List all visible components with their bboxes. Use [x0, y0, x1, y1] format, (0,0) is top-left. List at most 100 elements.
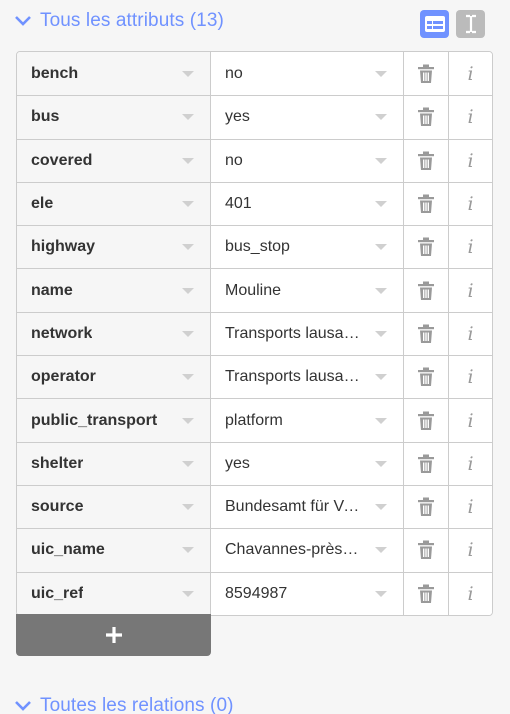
delete-tag-button[interactable]: [404, 96, 449, 139]
trash-icon: [417, 107, 435, 127]
tag-value-field[interactable]: no: [211, 52, 404, 96]
combobox-caret-icon[interactable]: [182, 330, 194, 337]
info-icon: i: [467, 452, 474, 475]
add-tag-button[interactable]: [16, 614, 211, 656]
tag-row: operator Transports lausan… i: [17, 355, 492, 399]
combobox-caret-icon[interactable]: [182, 460, 194, 467]
tag-info-button[interactable]: i: [449, 442, 492, 485]
tag-key-text: source: [31, 498, 84, 516]
combobox-caret-icon[interactable]: [375, 374, 387, 381]
trash-icon: [417, 324, 435, 344]
combobox-caret-icon[interactable]: [375, 201, 387, 208]
delete-tag-button[interactable]: [404, 139, 449, 182]
tag-value-field[interactable]: yes: [211, 96, 404, 139]
tag-key-field[interactable]: uic_name: [17, 529, 211, 572]
delete-tag-button[interactable]: [404, 442, 449, 485]
combobox-caret-icon[interactable]: [375, 244, 387, 251]
combobox-caret-icon[interactable]: [182, 70, 194, 77]
tag-value-field[interactable]: platform: [211, 399, 404, 442]
delete-tag-button[interactable]: [404, 572, 449, 615]
delete-tag-button[interactable]: [404, 312, 449, 356]
delete-tag-button[interactable]: [404, 356, 449, 399]
tag-key-text: name: [31, 281, 73, 299]
relations-section-toggle[interactable]: Toutes les relations (0): [14, 691, 234, 714]
tag-key-text: uic_ref: [31, 584, 84, 602]
combobox-caret-icon[interactable]: [182, 244, 194, 251]
tag-value-text: bus_stop: [225, 238, 290, 256]
delete-tag-button[interactable]: [404, 52, 449, 96]
tag-key-field[interactable]: bus: [17, 96, 211, 139]
delete-tag-button[interactable]: [404, 269, 449, 312]
chevron-down-icon: [15, 701, 31, 711]
tag-key-field[interactable]: name: [17, 269, 211, 312]
combobox-caret-icon[interactable]: [182, 287, 194, 294]
tag-key-field[interactable]: public_transport: [17, 399, 211, 442]
tag-value-field[interactable]: Mouline: [211, 269, 404, 312]
combobox-caret-icon[interactable]: [375, 330, 387, 337]
combobox-caret-icon[interactable]: [375, 70, 387, 77]
tag-value-field[interactable]: yes: [211, 442, 404, 485]
tag-key-field[interactable]: covered: [17, 139, 211, 182]
tag-value-field[interactable]: Transports lausan…: [211, 312, 404, 356]
tag-row: shelter yes i: [17, 441, 492, 485]
tag-key-field[interactable]: source: [17, 485, 211, 529]
combobox-caret-icon[interactable]: [375, 114, 387, 121]
delete-tag-button[interactable]: [404, 529, 449, 572]
tag-key-text: network: [31, 324, 93, 342]
tag-key-field[interactable]: bench: [17, 52, 211, 96]
tag-info-button[interactable]: i: [449, 96, 492, 139]
combobox-caret-icon[interactable]: [182, 157, 194, 164]
tag-info-button[interactable]: i: [449, 356, 492, 399]
combobox-caret-icon[interactable]: [182, 417, 194, 424]
combobox-caret-icon[interactable]: [182, 374, 194, 381]
tag-key-field[interactable]: highway: [17, 226, 211, 269]
delete-tag-button[interactable]: [404, 182, 449, 226]
tag-key-field[interactable]: operator: [17, 356, 211, 399]
tag-key-field[interactable]: network: [17, 312, 211, 356]
delete-tag-button[interactable]: [404, 485, 449, 529]
tag-key-field[interactable]: ele: [17, 182, 211, 226]
tag-info-button[interactable]: i: [449, 572, 492, 615]
tag-value-field[interactable]: Chavannes-près-R…: [211, 529, 404, 572]
tag-info-button[interactable]: i: [449, 485, 492, 529]
tag-info-button[interactable]: i: [449, 529, 492, 572]
tag-value-field[interactable]: Transports lausan…: [211, 356, 404, 399]
delete-tag-button[interactable]: [404, 399, 449, 442]
tag-key-field[interactable]: uic_ref: [17, 572, 211, 615]
tag-info-button[interactable]: i: [449, 269, 492, 312]
combobox-caret-icon[interactable]: [375, 547, 387, 554]
combobox-caret-icon[interactable]: [182, 114, 194, 121]
list-view-button[interactable]: [420, 10, 449, 38]
tag-key-text: uic_name: [31, 541, 105, 559]
tag-info-button[interactable]: i: [449, 52, 492, 96]
tag-value-field[interactable]: bus_stop: [211, 226, 404, 269]
info-icon: i: [467, 366, 474, 389]
trash-icon: [417, 281, 435, 301]
combobox-caret-icon[interactable]: [182, 201, 194, 208]
combobox-caret-icon[interactable]: [182, 590, 194, 597]
tag-info-button[interactable]: i: [449, 182, 492, 226]
combobox-caret-icon[interactable]: [375, 460, 387, 467]
text-view-button[interactable]: [456, 10, 485, 38]
tag-info-button[interactable]: i: [449, 226, 492, 269]
tag-value-field[interactable]: 8594987: [211, 572, 404, 615]
tag-value-field[interactable]: no: [211, 139, 404, 182]
info-icon: i: [467, 62, 474, 85]
combobox-caret-icon[interactable]: [375, 417, 387, 424]
tag-info-button[interactable]: i: [449, 312, 492, 356]
combobox-caret-icon[interactable]: [375, 504, 387, 511]
combobox-caret-icon[interactable]: [375, 157, 387, 164]
combobox-caret-icon[interactable]: [182, 547, 194, 554]
combobox-caret-icon[interactable]: [375, 590, 387, 597]
attributes-section-toggle[interactable]: Tous les attributs (13): [14, 6, 224, 36]
tag-info-button[interactable]: i: [449, 399, 492, 442]
combobox-caret-icon[interactable]: [375, 287, 387, 294]
tag-info-button[interactable]: i: [449, 139, 492, 182]
tag-table: bench no i bus yes i covered no i ele 401 i highway b…: [16, 51, 493, 616]
tag-value-field[interactable]: Bundesamt für Ve…: [211, 485, 404, 529]
tag-value-text: yes: [225, 454, 250, 472]
delete-tag-button[interactable]: [404, 226, 449, 269]
tag-value-field[interactable]: 401: [211, 182, 404, 226]
combobox-caret-icon[interactable]: [182, 504, 194, 511]
tag-key-field[interactable]: shelter: [17, 442, 211, 485]
